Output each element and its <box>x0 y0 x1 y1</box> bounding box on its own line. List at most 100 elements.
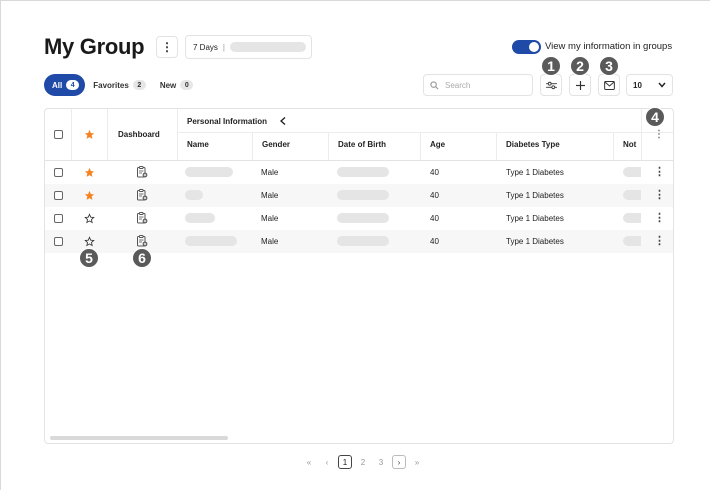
col-header-dob: Date of Birth <box>338 140 386 149</box>
favorite-star-icon[interactable] <box>84 167 95 178</box>
filter-tabs: All 4 Favorites 2 New 0 <box>44 74 201 96</box>
dashboard-clipboard-icon[interactable] <box>136 166 148 178</box>
name-placeholder <box>185 167 233 177</box>
plus-icon <box>575 80 585 90</box>
col-header-note: Not <box>623 140 637 149</box>
sliders-icon <box>545 81 557 89</box>
tab-label: All <box>52 80 63 90</box>
callout-marker: 4 <box>645 107 665 127</box>
dashboard-clipboard-icon[interactable] <box>136 212 148 224</box>
kebab-icon: ⋮ <box>161 40 173 54</box>
collapse-group-button[interactable] <box>280 117 286 125</box>
col-divider <box>613 132 614 160</box>
age-cell: 40 <box>430 214 439 223</box>
tab-label: New <box>159 80 177 90</box>
diabetes-type-cell: Type 1 Diabetes <box>506 191 564 200</box>
row-checkbox[interactable] <box>54 237 63 246</box>
chevron-left-icon <box>280 117 286 125</box>
row-kebab-icon[interactable]: ⋮ <box>654 188 665 201</box>
col-divider <box>71 109 72 160</box>
add-button[interactable] <box>569 74 591 96</box>
note-placeholder <box>623 236 641 246</box>
tab-count-badge: 0 <box>180 80 194 90</box>
note-placeholder <box>623 190 641 200</box>
dob-placeholder <box>337 167 389 177</box>
per-page-select[interactable]: 10 <box>626 74 673 96</box>
col-header-diabetes-type: Diabetes Type <box>506 140 560 149</box>
name-placeholder <box>185 236 237 246</box>
gender-cell: Male <box>261 168 279 177</box>
col-header-name: Name <box>187 140 209 149</box>
mail-button[interactable] <box>598 74 620 96</box>
favorite-star-outline-icon[interactable] <box>84 236 95 247</box>
column-settings-kebab-icon[interactable]: ⋮ <box>654 129 664 140</box>
diabetes-type-cell: Type 1 Diabetes <box>506 237 564 246</box>
page-button-current[interactable]: 1 <box>338 455 352 469</box>
diabetes-type-cell: Type 1 Diabetes <box>506 214 564 223</box>
search-placeholder: Search <box>445 80 471 90</box>
row-kebab-icon[interactable]: ⋮ <box>654 165 665 178</box>
tab-new[interactable]: New 0 <box>154 74 199 96</box>
search-icon <box>430 80 439 89</box>
toggle-knob <box>529 42 539 52</box>
callout-marker: 3 <box>599 56 619 76</box>
row-checkbox[interactable] <box>54 214 63 223</box>
select-all-checkbox[interactable] <box>54 130 63 139</box>
col-divider <box>252 132 253 160</box>
callout-marker: 5 <box>79 248 99 268</box>
pagination: « ‹ 1 2 3 › » <box>300 455 426 469</box>
favorite-star-outline-icon[interactable] <box>84 213 95 224</box>
page-button[interactable]: 2 <box>356 455 370 469</box>
col-divider <box>420 132 421 160</box>
gender-cell: Male <box>261 191 279 200</box>
chevron-down-icon <box>658 82 666 88</box>
group-header-personal-info: Personal Information <box>187 117 268 126</box>
col-divider <box>107 109 108 160</box>
first-page-button[interactable]: « <box>302 455 316 469</box>
tab-count-badge: 4 <box>66 80 80 90</box>
row-kebab-icon[interactable]: ⋮ <box>654 234 665 247</box>
tab-all[interactable]: All 4 <box>44 74 86 96</box>
col-header-gender: Gender <box>262 140 291 149</box>
view-my-info-toggle[interactable] <box>512 40 541 54</box>
callout-marker: 2 <box>570 56 590 76</box>
page-button[interactable]: 3 <box>374 455 388 469</box>
tab-favorites[interactable]: Favorites 2 <box>87 74 152 96</box>
filter-button[interactable] <box>540 74 562 96</box>
age-cell: 40 <box>430 237 439 246</box>
favorite-star-icon[interactable] <box>84 190 95 201</box>
group-options-button[interactable]: ⋮ <box>156 36 178 58</box>
col-header-dashboard: Dashboard <box>118 130 160 139</box>
col-divider <box>177 109 178 160</box>
gender-cell: Male <box>261 237 279 246</box>
date-range-select[interactable]: 7 Days | <box>185 35 312 59</box>
toggle-label: View my information in groups <box>545 41 673 52</box>
tab-count-badge: 2 <box>132 80 146 90</box>
tab-label: Favorites <box>93 80 129 90</box>
dashboard-clipboard-icon[interactable] <box>136 189 148 201</box>
col-divider <box>328 132 329 160</box>
page-title: My Group <box>44 34 145 59</box>
dashboard-clipboard-icon[interactable] <box>136 235 148 247</box>
age-cell: 40 <box>430 191 439 200</box>
note-placeholder <box>623 167 641 177</box>
next-page-button[interactable]: › <box>392 455 406 469</box>
name-placeholder <box>185 213 215 223</box>
range-label: 7 Days <box>193 42 218 52</box>
range-separator: | <box>222 42 225 52</box>
row-checkbox[interactable] <box>54 191 63 200</box>
col-divider <box>641 109 642 160</box>
prev-page-button[interactable]: ‹ <box>320 455 334 469</box>
age-cell: 40 <box>430 168 439 177</box>
mail-icon <box>603 80 615 90</box>
favorite-header-star-icon <box>84 129 95 140</box>
last-page-button[interactable]: » <box>410 455 424 469</box>
gender-cell: Male <box>261 214 279 223</box>
dob-placeholder <box>337 236 389 246</box>
horizontal-scrollbar[interactable] <box>50 436 228 440</box>
row-kebab-icon[interactable]: ⋮ <box>654 211 665 224</box>
row-checkbox[interactable] <box>54 168 63 177</box>
search-input[interactable]: Search <box>423 74 533 96</box>
dob-placeholder <box>337 213 389 223</box>
col-header-age: Age <box>430 140 446 149</box>
